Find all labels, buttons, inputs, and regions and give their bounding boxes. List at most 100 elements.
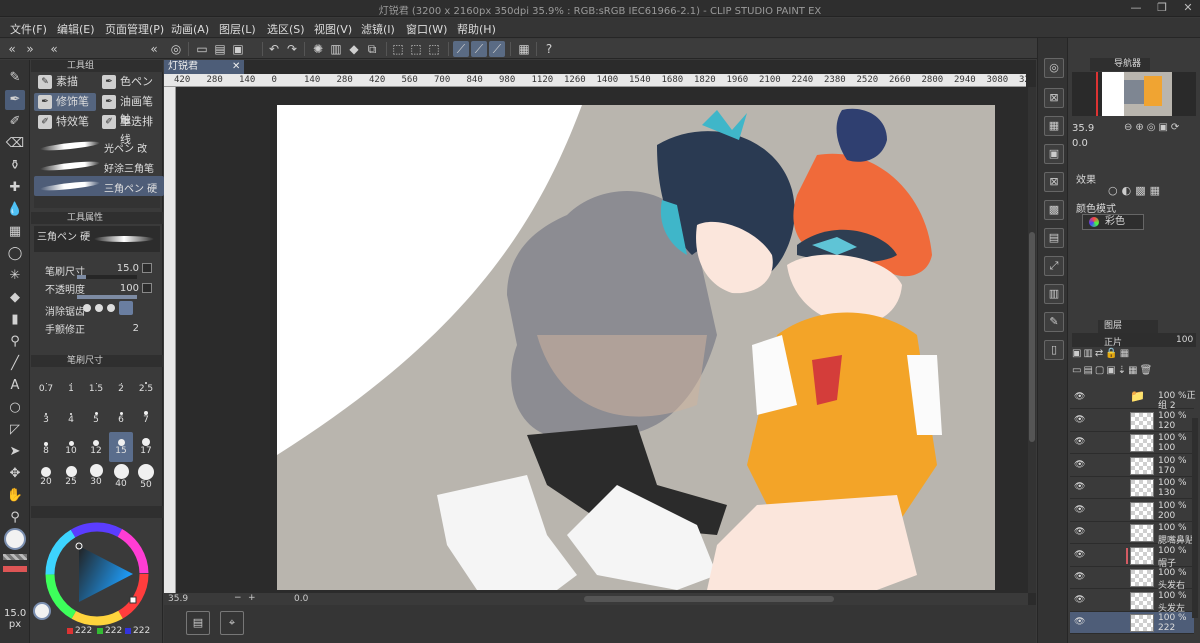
antialias-weak-icon[interactable] [95, 304, 103, 312]
eye-icon[interactable]: 👁 [1074, 550, 1085, 559]
horizontal-scrollbar[interactable] [584, 596, 834, 602]
menu-help[interactable]: 帮助(H) [457, 21, 496, 37]
zoom-out-icon[interactable]: − [234, 593, 242, 603]
eye-icon[interactable]: 👁 [1074, 438, 1085, 447]
brush-size-option[interactable]: 20 [34, 463, 58, 493]
subtool-tab-colorpen[interactable]: ✒ 色ペン [98, 73, 160, 91]
antialias-medium-icon[interactable] [107, 304, 115, 312]
artwork-canvas[interactable] [277, 105, 995, 590]
object-tool-icon[interactable]: ➤ [5, 442, 25, 462]
menu-edit[interactable]: 编辑(E) [57, 21, 95, 37]
brush-size-option[interactable]: 2 [109, 370, 133, 400]
menu-layer[interactable]: 图层(L) [219, 21, 256, 37]
transform-icon[interactable]: ⧉ [364, 41, 380, 57]
opacity-value[interactable]: 100 [105, 283, 139, 294]
lasso-tool-icon[interactable]: ◯ [5, 244, 25, 264]
page-list-icon[interactable]: ▤ [186, 611, 210, 635]
antialias-strong-icon[interactable] [119, 301, 133, 315]
snap-special-ruler-icon[interactable]: ⟋ [471, 41, 487, 57]
balloon-tool-icon[interactable]: ○ [5, 398, 25, 418]
brush-item[interactable]: 好涂三角笔 [34, 156, 164, 176]
color-picker-icon[interactable]: ⚲ [5, 332, 25, 352]
brush-size-option[interactable]: 1.5 [84, 370, 108, 400]
eye-icon[interactable]: 👁 [1074, 573, 1085, 582]
invert-selection-icon[interactable]: ⬚ [408, 41, 424, 57]
zoom-tool-icon[interactable]: ⚲ [5, 508, 25, 528]
transparent-color-swatch[interactable] [3, 554, 27, 560]
brush-size-checkbox[interactable] [142, 263, 152, 273]
redo-icon[interactable]: ↷ [284, 41, 300, 57]
layer-row[interactable]: 👁 100 % 腮嘴鼻贴 [1070, 522, 1194, 546]
grid-panel-icon[interactable]: ▦ [1044, 116, 1064, 136]
layer-row[interactable]: 👁 100 % 130 [1070, 477, 1194, 499]
angle-readout[interactable]: 0.0 [294, 594, 308, 604]
close-button[interactable]: ✕ [1180, 1, 1196, 15]
magic-wand-icon[interactable]: ✳ [5, 266, 25, 286]
close-panel-icon[interactable]: ⊠ [1044, 172, 1064, 192]
eye-icon[interactable]: 👁 [1074, 415, 1085, 424]
zoom-readout[interactable]: 35.9 [168, 594, 188, 604]
scroll-thumb[interactable] [1029, 232, 1035, 442]
show-selection-icon[interactable]: ⬚ [426, 41, 442, 57]
brush-size-option[interactable]: 12 [84, 432, 108, 462]
snap-ruler-icon[interactable]: ⟋ [453, 41, 469, 57]
brush-size-option[interactable]: 5 [84, 401, 108, 431]
close-tab-icon[interactable]: ✕ [232, 60, 240, 74]
eye-icon[interactable]: 👁 [1074, 393, 1085, 402]
menu-page[interactable]: 页面管理(P) [105, 21, 164, 37]
material-panel-icon[interactable]: ▥ [1044, 284, 1064, 304]
brush-size-option[interactable]: 7 [134, 401, 158, 431]
new-file-icon[interactable]: ▭ [194, 41, 210, 57]
navigator-controls[interactable]: ⊖⊕◎▣⟳ [1124, 122, 1188, 134]
text-tool-icon[interactable]: A [5, 376, 25, 396]
clip-studio-icon[interactable]: ◎ [168, 41, 184, 57]
layer-opacity-value[interactable]: 100 [1176, 335, 1193, 345]
fill-icon[interactable]: ◆ [346, 41, 362, 57]
brush-size-option[interactable]: 40 [109, 463, 133, 493]
stabilization-value[interactable]: 2 [105, 323, 139, 334]
menu-file[interactable]: 文件(F) [10, 21, 47, 37]
eye-icon[interactable]: 👁 [1074, 595, 1085, 604]
layer-row[interactable]: 👁 100 % 头发左 [1070, 590, 1194, 614]
figure-tool-icon[interactable]: ╱ [5, 354, 25, 374]
move-layer-icon[interactable]: ✥ [5, 464, 25, 484]
brush-size-option[interactable]: 17 [134, 432, 158, 462]
material-icon[interactable]: ◎ [1044, 58, 1064, 78]
navigator-preview[interactable] [1072, 72, 1196, 116]
ruler-tool-icon[interactable]: ◸ [5, 420, 25, 440]
edit-panel-icon[interactable]: ✎ [1044, 312, 1064, 332]
brush-size-option[interactable]: 6 [109, 401, 133, 431]
minimize-button[interactable]: — [1128, 1, 1144, 15]
collapse-icon[interactable]: « [4, 41, 20, 57]
opacity-slider[interactable] [77, 295, 137, 299]
pencil-tool-icon[interactable]: ✐ [5, 112, 25, 132]
subtool-tab-retouch[interactable]: ✒ 修饰笔 [34, 93, 96, 111]
document-tab[interactable]: 灯锐君 ✕ [164, 60, 244, 74]
layer-scrollbar[interactable] [1192, 418, 1198, 618]
navigator-angle[interactable]: 0.0 [1072, 138, 1088, 149]
clear-outside-icon[interactable]: ▥ [328, 41, 344, 57]
zoom-in-icon[interactable]: + [248, 593, 256, 603]
save-icon[interactable]: ▣ [230, 41, 246, 57]
vertical-scrollbar[interactable] [1028, 87, 1036, 593]
gradient-tool-icon[interactable]: ▮ [5, 310, 25, 330]
menu-animation[interactable]: 动画(A) [171, 21, 209, 37]
eraser-tool-icon[interactable]: ⌫ [5, 134, 25, 154]
menu-select[interactable]: 选区(S) [267, 21, 305, 37]
layer-row[interactable]: 👁 100 % 120 [1070, 410, 1194, 432]
blend-mode-dropdown[interactable]: 正片 [1104, 335, 1122, 348]
brush-size-option[interactable]: 3 [34, 401, 58, 431]
color-wheel[interactable] [45, 522, 149, 626]
brush-tool-icon[interactable]: ✒ [5, 90, 25, 110]
brush-item-selected[interactable]: 三角ペン 硬 [34, 176, 164, 196]
brush-size-option[interactable]: 15 [109, 432, 133, 462]
collapse-icon[interactable]: « [46, 41, 62, 57]
menu-filter[interactable]: 滤镜(I) [361, 21, 395, 37]
brush-size-option[interactable]: 50 [134, 463, 158, 493]
eye-icon[interactable]: 👁 [1074, 618, 1085, 627]
layer-row[interactable]: 👁 100 % 100 [1070, 432, 1194, 454]
layer-property-icon[interactable]: ⊠ [1044, 88, 1064, 108]
frame-panel-icon[interactable]: ▤ [1044, 228, 1064, 248]
airbrush-tool-icon[interactable]: ⚱ [5, 156, 25, 176]
menu-view[interactable]: 视图(V) [314, 21, 352, 37]
